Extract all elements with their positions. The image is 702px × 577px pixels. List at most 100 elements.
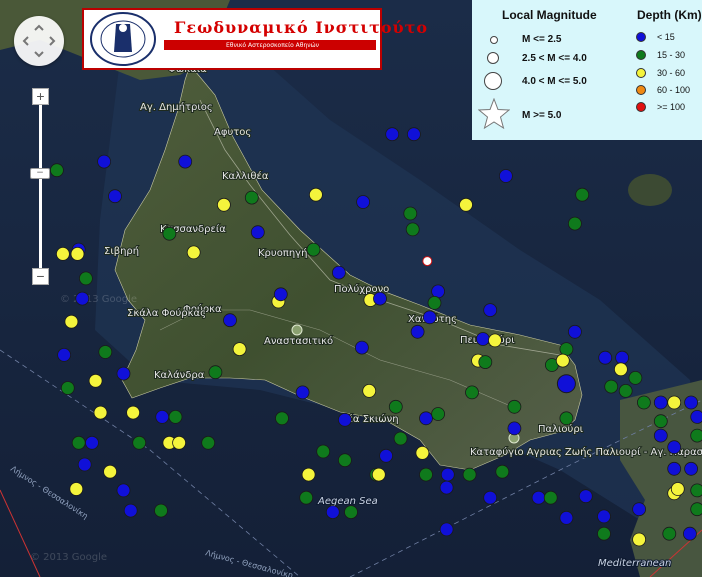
earthquake-marker[interactable] xyxy=(162,226,177,241)
earthquake-marker[interactable] xyxy=(559,411,574,426)
earthquake-marker[interactable] xyxy=(201,435,216,450)
earthquake-marker[interactable] xyxy=(216,197,231,212)
earthquake-marker[interactable] xyxy=(556,374,576,394)
earthquake-marker[interactable] xyxy=(208,365,223,380)
earthquake-marker[interactable] xyxy=(410,324,425,339)
earthquake-marker[interactable] xyxy=(168,409,183,424)
earthquake-marker[interactable] xyxy=(344,505,358,519)
earthquake-marker[interactable] xyxy=(422,256,433,267)
earthquake-marker[interactable] xyxy=(684,395,698,410)
earthquake-marker[interactable] xyxy=(690,483,702,498)
earthquake-marker[interactable] xyxy=(123,503,138,518)
earthquake-marker[interactable] xyxy=(331,265,346,280)
earthquake-marker[interactable] xyxy=(459,197,473,212)
earthquake-marker[interactable] xyxy=(568,216,582,231)
earthquake-marker[interactable] xyxy=(615,350,629,365)
earthquake-marker[interactable] xyxy=(690,428,702,443)
earthquake-marker[interactable] xyxy=(415,445,430,460)
earthquake-marker[interactable] xyxy=(440,467,455,482)
earthquake-marker[interactable] xyxy=(88,373,103,388)
zoom-in-button[interactable]: + xyxy=(32,88,49,105)
earthquake-marker[interactable] xyxy=(628,370,643,385)
earthquake-marker[interactable] xyxy=(79,271,93,286)
earthquake-marker[interactable] xyxy=(598,350,613,365)
earthquake-marker[interactable] xyxy=(575,187,590,202)
earthquake-marker[interactable] xyxy=(299,490,314,505)
earthquake-marker[interactable] xyxy=(632,502,646,517)
earthquake-marker[interactable] xyxy=(69,482,84,496)
earthquake-marker[interactable] xyxy=(653,428,668,443)
earthquake-marker[interactable] xyxy=(597,526,611,541)
earthquake-marker[interactable] xyxy=(64,314,79,329)
earthquake-marker[interactable] xyxy=(667,461,682,476)
earthquake-marker[interactable] xyxy=(653,395,668,410)
earthquake-marker[interactable] xyxy=(154,503,168,518)
earthquake-marker[interactable] xyxy=(507,421,522,436)
earthquake-marker[interactable] xyxy=(116,483,131,498)
earthquake-marker[interactable] xyxy=(50,163,64,178)
institute-logo[interactable]: Γεωδυναμικό Ινστιτούτο Εθνικό Αστεροσκοπ… xyxy=(82,8,427,70)
earthquake-marker[interactable] xyxy=(406,127,421,142)
earthquake-marker[interactable] xyxy=(385,127,400,142)
pan-control[interactable] xyxy=(14,16,64,66)
earthquake-marker[interactable] xyxy=(555,353,570,368)
earthquake-marker[interactable] xyxy=(618,383,633,398)
earthquake-marker[interactable] xyxy=(186,245,201,260)
earthquake-marker[interactable] xyxy=(690,502,702,517)
earthquake-marker[interactable] xyxy=(683,526,697,541)
earthquake-marker[interactable] xyxy=(93,405,108,420)
earthquake-marker[interactable] xyxy=(57,347,71,362)
earthquake-marker[interactable] xyxy=(178,154,193,169)
earthquake-marker[interactable] xyxy=(275,411,289,426)
earthquake-marker[interactable] xyxy=(132,435,147,450)
earthquake-marker[interactable] xyxy=(85,435,99,450)
earthquake-marker[interactable] xyxy=(155,409,170,424)
earthquake-marker[interactable] xyxy=(498,169,513,183)
zoom-slider-track[interactable] xyxy=(39,96,42,274)
earthquake-marker[interactable] xyxy=(465,385,479,400)
earthquake-marker[interactable] xyxy=(244,190,259,205)
earthquake-marker[interactable] xyxy=(273,287,288,302)
earthquake-marker[interactable] xyxy=(662,526,677,541)
earthquake-marker[interactable] xyxy=(439,522,454,537)
earthquake-marker[interactable] xyxy=(495,464,510,479)
earthquake-marker[interactable] xyxy=(653,414,668,429)
earthquake-marker[interactable] xyxy=(373,291,387,306)
earthquake-marker[interactable] xyxy=(405,222,420,237)
earthquake-marker[interactable] xyxy=(614,362,628,377)
earthquake-marker[interactable] xyxy=(308,187,323,202)
earthquake-marker[interactable] xyxy=(356,195,371,209)
earthquake-marker[interactable] xyxy=(422,310,437,325)
earthquake-marker[interactable] xyxy=(70,246,85,261)
earthquake-marker[interactable] xyxy=(393,431,408,446)
earthquake-marker[interactable] xyxy=(362,383,377,398)
earthquake-marker[interactable] xyxy=(316,444,331,459)
earthquake-marker[interactable] xyxy=(597,509,611,524)
earthquake-marker[interactable] xyxy=(604,379,619,394)
earthquake-marker[interactable] xyxy=(108,189,122,204)
earthquake-marker[interactable] xyxy=(295,385,310,400)
earthquake-marker[interactable] xyxy=(60,381,75,395)
earthquake-marker[interactable] xyxy=(126,405,141,420)
zoom-out-button[interactable]: − xyxy=(32,268,49,285)
earthquake-marker[interactable] xyxy=(306,242,321,257)
earthquake-marker[interactable] xyxy=(388,399,403,414)
earthquake-marker[interactable] xyxy=(670,482,685,496)
earthquake-marker[interactable] xyxy=(684,461,698,476)
earthquake-marker[interactable] xyxy=(568,324,582,339)
earthquake-marker[interactable] xyxy=(431,284,446,299)
earthquake-marker[interactable] xyxy=(667,440,682,455)
earthquake-marker[interactable] xyxy=(337,412,352,427)
earthquake-marker[interactable] xyxy=(250,225,265,240)
earthquake-marker[interactable] xyxy=(483,303,498,318)
earthquake-marker[interactable] xyxy=(419,467,433,482)
earthquake-marker[interactable] xyxy=(97,154,111,169)
earthquake-marker[interactable] xyxy=(483,490,498,505)
earthquake-marker[interactable] xyxy=(507,399,522,414)
earthquake-marker[interactable] xyxy=(98,345,113,359)
earthquake-marker[interactable] xyxy=(578,489,593,504)
earthquake-marker[interactable] xyxy=(337,453,352,468)
earthquake-marker[interactable] xyxy=(403,206,418,221)
earthquake-marker[interactable] xyxy=(431,407,446,421)
earthquake-marker[interactable] xyxy=(439,480,454,495)
